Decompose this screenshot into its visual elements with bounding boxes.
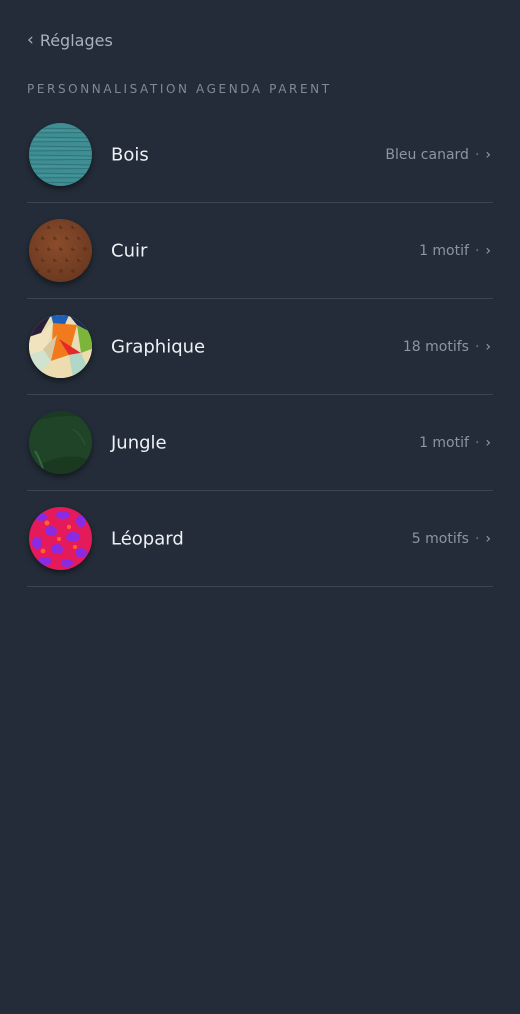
item-detail-group: 18 motifs · › xyxy=(403,339,491,355)
list-item-graphique[interactable]: Graphique 18 motifs · › xyxy=(27,299,493,395)
list-item-leopard[interactable]: Léopard 5 motifs · › xyxy=(27,491,493,587)
leopard-pattern-swatch xyxy=(29,507,92,570)
chevron-left-icon: ‹ xyxy=(27,29,34,50)
separator-dot: · xyxy=(474,434,480,451)
chevron-right-icon: › xyxy=(485,434,491,451)
separator-dot: · xyxy=(474,242,480,259)
list-item-cuir[interactable]: Cuir 1 motif · › xyxy=(27,203,493,299)
item-detail-group: 1 motif · › xyxy=(419,435,491,451)
separator-dot: · xyxy=(474,146,480,163)
item-detail-group: 5 motifs · › xyxy=(412,531,491,547)
item-label: Cuir xyxy=(111,240,148,261)
list-item-jungle[interactable]: Jungle 1 motif · › xyxy=(27,395,493,491)
chevron-right-icon: › xyxy=(485,146,491,163)
item-detail: 5 motifs xyxy=(411,530,469,547)
item-label: Bois xyxy=(111,144,149,165)
chevron-right-icon: › xyxy=(485,338,491,355)
bois-texture-swatch xyxy=(29,123,92,186)
chevron-right-icon: › xyxy=(485,530,491,547)
settings-screen: ‹ Réglages PERSONNALISATION AGENDA PAREN… xyxy=(0,0,520,1014)
cuir-texture-swatch xyxy=(29,219,92,282)
graphique-pattern-swatch xyxy=(29,315,92,378)
item-detail: 1 motif xyxy=(419,242,469,259)
item-label: Léopard xyxy=(111,528,184,549)
item-label: Graphique xyxy=(111,336,206,357)
back-button[interactable]: ‹ Réglages xyxy=(27,26,113,54)
section-title: PERSONNALISATION AGENDA PARENT xyxy=(27,82,332,96)
jungle-pattern-swatch xyxy=(29,411,92,474)
separator-dot: · xyxy=(474,530,480,547)
item-detail-group: Bleu canard · › xyxy=(385,147,491,163)
item-label: Jungle xyxy=(111,432,167,453)
item-detail: 1 motif xyxy=(419,434,469,451)
item-detail-group: 1 motif · › xyxy=(419,243,491,259)
list-item-bois[interactable]: Bois Bleu canard · › xyxy=(27,107,493,203)
separator-dot: · xyxy=(474,338,480,355)
back-label: Réglages xyxy=(39,30,113,50)
chevron-right-icon: › xyxy=(485,242,491,259)
theme-list: Bois Bleu canard · › Cuir 1 motif · › Gr… xyxy=(27,107,493,587)
item-detail: 18 motifs xyxy=(402,338,469,355)
item-detail: Bleu canard xyxy=(385,146,469,163)
